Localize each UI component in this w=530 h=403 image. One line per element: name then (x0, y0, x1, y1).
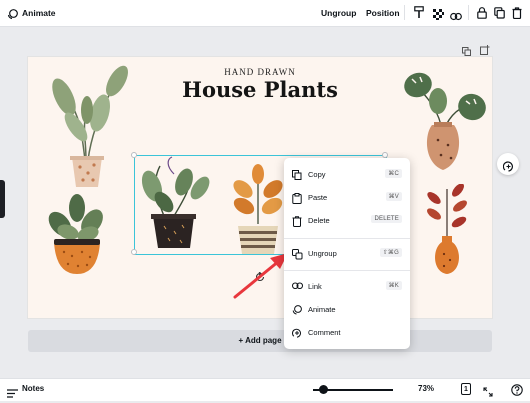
menu-item-link[interactable]: Link ⌘K (284, 277, 410, 297)
menu-item-comment[interactable]: Comment (284, 323, 410, 343)
plant-illustration[interactable] (396, 65, 488, 175)
menu-item-label: Paste (308, 193, 328, 202)
plant-illustration[interactable] (42, 65, 132, 190)
fullscreen-icon[interactable] (483, 384, 493, 402)
menu-item-label: Delete (308, 216, 330, 225)
animate-icon (292, 305, 302, 315)
shortcut-badge: ⌘V (385, 192, 402, 201)
menu-item-label: Comment (308, 328, 341, 337)
menu-item-label: Animate (308, 305, 336, 314)
zoom-level[interactable]: 73% (418, 384, 434, 393)
context-menu: Copy ⌘C Paste ⌘V Delete DELETE Ungroup ⇧… (284, 158, 410, 349)
toolbar-divider (468, 5, 469, 20)
shortcut-badge: ⌘C (385, 169, 402, 178)
menu-item-label: Link (308, 282, 322, 291)
lock-icon[interactable] (477, 6, 487, 24)
menu-item-label: Copy (308, 170, 326, 179)
resize-handle[interactable] (131, 249, 137, 255)
annotation-arrow (233, 253, 288, 299)
duplicate-icon[interactable] (494, 6, 505, 24)
paint-format-icon[interactable] (414, 6, 424, 24)
menu-item-animate[interactable]: Animate (284, 300, 410, 320)
add-comment-button[interactable] (497, 153, 519, 175)
notes-icon[interactable] (7, 385, 18, 403)
bottom-bar (0, 378, 530, 401)
link-icon (292, 282, 303, 292)
menu-item-ungroup[interactable]: Ungroup ⇧⌘G (284, 244, 410, 264)
transparency-icon[interactable] (433, 7, 444, 25)
plant-illustration[interactable] (42, 194, 112, 274)
menu-item-delete[interactable]: Delete DELETE (284, 211, 410, 231)
page-count-button[interactable]: 1 (461, 383, 471, 395)
comment-icon (291, 328, 302, 338)
plant-illustration[interactable] (422, 184, 472, 279)
resize-handle[interactable] (131, 152, 137, 158)
position-button[interactable]: Position (366, 8, 400, 18)
menu-item-paste[interactable]: Paste ⌘V (284, 188, 410, 208)
editor-toolbar: Animate Ungroup Position (0, 0, 530, 27)
toolbar-divider (404, 5, 405, 20)
notes-button[interactable]: Notes (22, 384, 44, 393)
menu-item-label: Ungroup (308, 249, 337, 258)
shortcut-badge: ⇧⌘G (379, 248, 402, 257)
menu-divider (284, 238, 410, 239)
zoom-slider-knob[interactable] (319, 385, 328, 394)
copy-icon (292, 170, 302, 180)
help-icon[interactable] (511, 383, 523, 401)
shortcut-badge: DELETE (371, 215, 402, 223)
trash-icon (292, 216, 302, 227)
comment-plus-icon (502, 159, 514, 177)
link-icon[interactable] (450, 8, 462, 26)
paste-icon (292, 193, 302, 204)
trash-icon[interactable] (512, 6, 522, 24)
add-page-button[interactable]: + Add page (28, 330, 492, 352)
shortcut-badge: ⌘K (385, 281, 402, 290)
menu-item-copy[interactable]: Copy ⌘C (284, 165, 410, 185)
ungroup-button[interactable]: Ungroup (321, 8, 356, 18)
animate-icon[interactable] (7, 7, 18, 25)
ungroup-icon (292, 249, 303, 260)
side-panel-tab[interactable] (0, 180, 5, 218)
animate-button[interactable]: Animate (22, 8, 56, 18)
menu-divider (284, 270, 410, 271)
